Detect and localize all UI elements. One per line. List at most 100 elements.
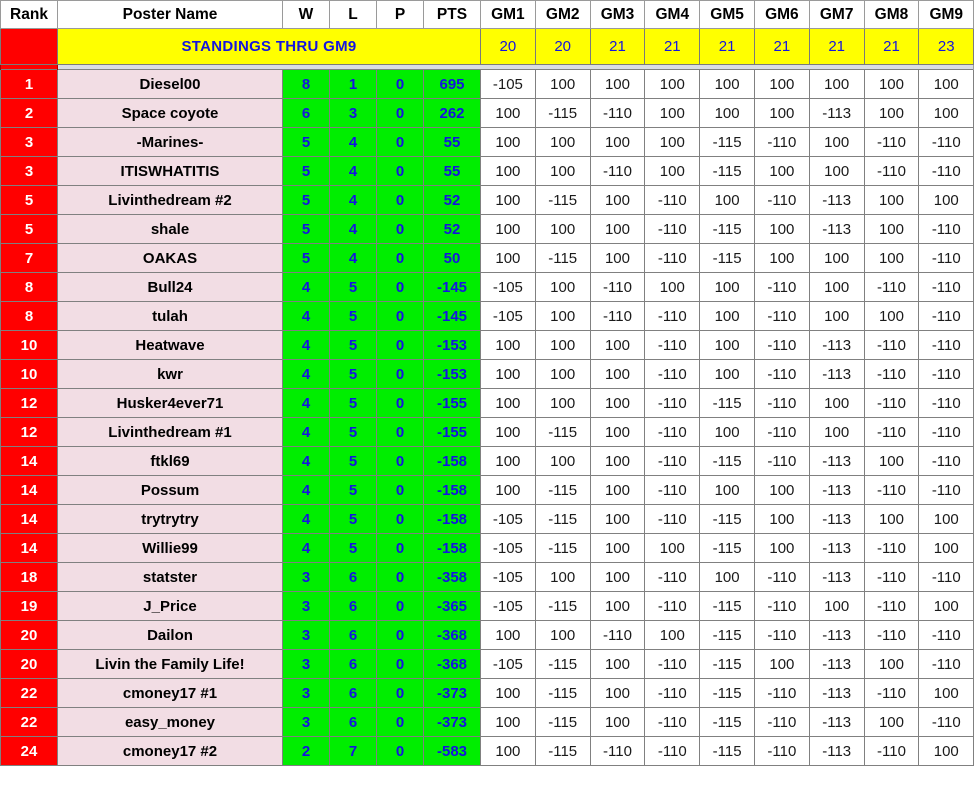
row-gm2-value: -115 [534,243,591,273]
row-pushes: 0 [376,69,424,99]
row-gm4-value: -110 [644,417,701,447]
row-gm5-value: -115 [699,707,755,737]
table-row: 10 kwr 4 5 0 -153 100 100 100 -110 100 -110 -113 -110… [0,359,974,389]
row-gm5-value: -115 [699,156,755,186]
row-gm7-value: -113 [808,359,865,389]
table-row: 14 Willie99 4 5 0 -158 -105 -115 100 100 -115 100 -1… [0,533,974,563]
row-gm2-value: -115 [534,678,591,708]
row-gm6-value: -110 [753,301,810,331]
row-poster-name: cmoney17 #1 [57,678,283,708]
table-row: 5 Livinthedream #2 5 4 0 52 100 -115 100 -110 100-… [0,185,974,215]
row-gm3-value: 100 [589,446,646,476]
row-poster-name: kwr [57,359,283,389]
column-header-pts: PTS [423,0,481,29]
row-rank: 20 [0,620,58,650]
row-gm7-value: -113 [808,330,865,360]
row-pushes: 0 [376,156,424,186]
row-gm3-value: 100 [589,504,646,534]
row-gm3-value: -110 [589,301,646,331]
row-gm5-value: -115 [699,649,755,679]
row-wins: 3 [282,620,330,650]
row-wins: 4 [282,301,330,331]
row-gm2-value: -115 [534,98,591,128]
table-row: 3 -Marines- 5 4 0 55 100 100 100 100 -115 -110 100 -1… [0,127,974,157]
row-gm1-value: 100 [480,243,536,273]
row-pushes: 0 [376,504,424,534]
row-gm8-value: -110 [863,736,920,766]
row-poster-name: statster [57,562,283,592]
column-header-gm8: GM8 [863,0,920,29]
table-row: 22 easy_money 3 6 0 -373 100 -115 100 -110 -115 -11… [0,707,974,737]
row-gm6-value: -110 [753,330,810,360]
banner-gm1-count: 20 [480,28,536,65]
row-rank: 14 [0,475,58,505]
row-points: 262 [423,98,481,128]
row-points: 52 [423,214,481,244]
row-poster-name: trytrytry [57,504,283,534]
row-gm7-value: 100 [808,301,865,331]
row-gm8-value: -110 [863,359,920,389]
row-gm5-value: -115 [699,678,755,708]
row-rank: 10 [0,359,58,389]
row-gm5-value: 100 [699,330,755,360]
row-pushes: 0 [376,359,424,389]
row-gm7-value: -113 [808,707,865,737]
row-wins: 5 [282,127,330,157]
row-gm9-value: -110 [918,620,974,650]
row-points: 55 [423,156,481,186]
row-gm6-value: -110 [753,417,810,447]
row-points: -583 [423,736,481,766]
row-gm9-value: -110 [918,707,974,737]
column-header-l: L [329,0,377,29]
row-gm3-value: 100 [589,359,646,389]
row-gm9-value: -110 [918,127,974,157]
row-gm8-value: -110 [863,562,920,592]
row-gm4-value: -110 [644,301,701,331]
row-gm3-value: 100 [589,69,646,99]
table-row: 8 tulah 4 5 0 -145 -105 100 -110 -110 100 -110 100 10… [0,301,974,331]
row-points: 52 [423,185,481,215]
row-gm1-value: 100 [480,127,536,157]
banner-title: STANDINGS THRU GM9 [57,28,481,65]
row-losses: 5 [329,417,377,447]
row-wins: 4 [282,446,330,476]
row-gm7-value: -113 [808,98,865,128]
row-poster-name: -Marines- [57,127,283,157]
row-poster-name: tulah [57,301,283,331]
row-gm2-value: 100 [534,156,591,186]
row-gm4-value: -110 [644,330,701,360]
row-gm1-value: 100 [480,359,536,389]
row-gm2-value: 100 [534,301,591,331]
row-gm1-value: 100 [480,417,536,447]
row-gm5-value: -115 [699,388,755,418]
table-row: 10 Heatwave 4 5 0 -153 100 100 100 -110 100 -110 -11… [0,330,974,360]
banner-gm5-count: 21 [699,28,755,65]
row-gm7-value: -113 [808,678,865,708]
row-gm2-value: 100 [534,69,591,99]
row-poster-name: shale [57,214,283,244]
row-gm6-value: 100 [753,504,810,534]
row-gm4-value: -110 [644,591,701,621]
row-gm5-value: -115 [699,214,755,244]
row-gm7-value: -113 [808,620,865,650]
row-gm2-value: 100 [534,330,591,360]
row-gm5-value: 100 [699,185,755,215]
row-gm5-value: -115 [699,127,755,157]
row-gm2-value: 100 [534,359,591,389]
row-rank: 22 [0,678,58,708]
row-wins: 2 [282,736,330,766]
column-header-gm5: GM5 [699,0,755,29]
row-pushes: 0 [376,649,424,679]
row-losses: 5 [329,504,377,534]
row-gm8-value: 100 [863,214,920,244]
row-points: -158 [423,504,481,534]
row-pushes: 0 [376,417,424,447]
row-gm6-value: 100 [753,156,810,186]
row-losses: 4 [329,185,377,215]
row-gm8-value: 100 [863,649,920,679]
row-gm3-value: 100 [589,388,646,418]
row-gm9-value: -110 [918,359,974,389]
row-gm4-value: 100 [644,533,701,563]
row-points: -153 [423,359,481,389]
row-gm9-value: -110 [918,388,974,418]
